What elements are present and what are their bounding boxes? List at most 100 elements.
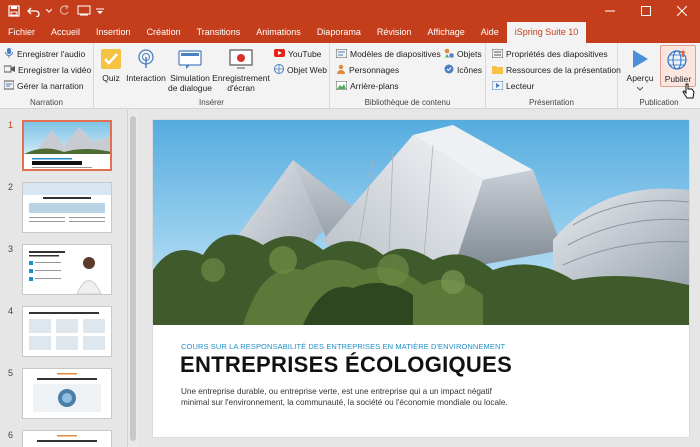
youtube-button[interactable]: YouTube: [274, 47, 321, 61]
player-icon: [491, 80, 504, 92]
record-audio-button[interactable]: Enregistrer l'audio: [4, 47, 85, 61]
record-video-button[interactable]: Enregistrer la vidéo: [3, 63, 92, 77]
icons-label: Icônes: [457, 65, 483, 75]
publish-globe-icon: [666, 48, 690, 72]
window-controls: [592, 0, 700, 22]
group-label-publication: Publication: [639, 98, 679, 107]
slide-thumbnail-1[interactable]: [22, 120, 112, 171]
preview-dropdown-icon[interactable]: [636, 83, 644, 93]
objects-label: Objets: [457, 49, 482, 59]
preview-button[interactable]: Aperçu: [622, 47, 658, 93]
thumbnail-number: 1: [8, 120, 14, 130]
tab-animations[interactable]: Animations: [248, 22, 309, 43]
record-video-label: Enregistrer la vidéo: [18, 65, 92, 75]
group-inserer: Quiz Interaction Simulation de dialogue …: [94, 43, 330, 109]
objects-icon: [444, 48, 454, 60]
icons-button[interactable]: Icônes: [444, 63, 482, 77]
thumbnail-number: 5: [8, 368, 14, 378]
group-label-inserer: Insérer: [199, 98, 224, 107]
ribbon-tabs: Fichier Accueil Insertion Création Trans…: [0, 22, 700, 43]
scrollbar-thumb[interactable]: [130, 116, 136, 441]
thumbnail-number: 2: [8, 182, 14, 192]
tab-accueil[interactable]: Accueil: [43, 22, 88, 43]
title-bar: [0, 0, 700, 22]
backgrounds-label: Arrière-plans: [350, 81, 399, 91]
touch-mode-icon[interactable]: [76, 3, 92, 19]
characters-label: Personnages: [349, 65, 400, 75]
save-icon[interactable]: [6, 3, 22, 19]
presentation-resources-label: Ressources de la présentation: [506, 65, 621, 75]
group-bibliotheque: Modèles de diapositives Personnages Arri…: [330, 43, 486, 109]
close-icon[interactable]: [664, 0, 700, 22]
group-label-bibliotheque: Bibliothèque de contenu: [364, 98, 451, 107]
preview-label: Aperçu: [626, 73, 654, 83]
interaction-button[interactable]: Interaction: [126, 47, 166, 83]
tab-transitions[interactable]: Transitions: [189, 22, 249, 43]
tab-creation[interactable]: Création: [139, 22, 189, 43]
slide-body-text: Une entreprise durable, ou entreprise ve…: [181, 387, 508, 407]
screen-recording-button[interactable]: Enregistrement d'écran: [212, 47, 270, 93]
slide-templates-button[interactable]: Modèles de diapositives: [335, 47, 441, 61]
tab-insertion[interactable]: Insertion: [88, 22, 139, 43]
current-slide[interactable]: COURS SUR LA RESPONSABILITÉ DES ENTREPRI…: [153, 120, 689, 437]
tab-diaporama[interactable]: Diaporama: [309, 22, 369, 43]
undo-icon[interactable]: [26, 3, 42, 19]
slide-properties-button[interactable]: Propriétés des diapositives: [491, 47, 608, 61]
publish-button[interactable]: Publier: [660, 45, 696, 87]
slide-title: ENTREPRISES ÉCOLOGIQUES: [180, 352, 513, 377]
objects-button[interactable]: Objets: [444, 47, 482, 61]
resources-icon: [492, 65, 503, 76]
slide-thumbnails-pane: 1 2 3 4 5 6: [0, 110, 128, 447]
youtube-label: YouTube: [288, 49, 322, 59]
microphone-icon: [4, 48, 14, 60]
quiz-icon: [99, 47, 123, 71]
customize-icon[interactable]: [96, 3, 104, 19]
player-button[interactable]: Lecteur: [491, 79, 535, 93]
manage-narration-label: Gérer la narration: [17, 81, 84, 91]
backgrounds-button[interactable]: Arrière-plans: [335, 79, 399, 93]
quiz-label: Quiz: [102, 73, 120, 83]
characters-button[interactable]: Personnages: [336, 63, 399, 77]
backgrounds-icon: [335, 80, 348, 92]
slide-subtitle: COURS SUR LA RESPONSABILITÉ DES ENTREPRI…: [181, 342, 506, 351]
tab-fichier[interactable]: Fichier: [0, 22, 43, 43]
undo-dropdown-icon[interactable]: [46, 3, 52, 19]
group-label-narration: Narration: [30, 98, 63, 107]
interaction-label: Interaction: [126, 73, 166, 83]
screen-recording-label-1: Enregistrement: [212, 73, 270, 83]
tab-ispring-suite[interactable]: iSpring Suite 10: [506, 22, 587, 43]
youtube-icon: [274, 49, 285, 59]
web-object-button[interactable]: Objet Web: [274, 63, 327, 77]
slide-editor-area: COURS SUR LA RESPONSABILITÉ DES ENTREPRI…: [140, 110, 700, 447]
presentation-resources-button[interactable]: Ressources de la présentation: [492, 63, 621, 77]
redo-icon[interactable]: [56, 3, 72, 19]
thumbnail-number: 6: [8, 430, 14, 440]
tab-aide[interactable]: Aide: [473, 22, 507, 43]
slide-thumbnail-5[interactable]: [22, 368, 112, 419]
quiz-button[interactable]: Quiz: [100, 47, 122, 83]
slide-thumbnail-3[interactable]: [22, 244, 112, 295]
characters-icon: [336, 64, 346, 76]
slide-properties-label: Propriétés des diapositives: [506, 49, 608, 59]
minimize-icon[interactable]: [592, 0, 628, 22]
video-camera-icon: [3, 64, 15, 76]
slide-templates-label: Modèles de diapositives: [350, 49, 441, 59]
slide-thumbnail-2[interactable]: [22, 182, 112, 233]
group-publication: Aperçu Publier Publication: [618, 43, 700, 109]
group-narration: Enregistrer l'audio Enregistrer la vidéo…: [0, 43, 94, 109]
slide-properties-icon: [491, 48, 504, 60]
ribbon: Enregistrer l'audio Enregistrer la vidéo…: [0, 43, 700, 109]
maximize-icon[interactable]: [628, 0, 664, 22]
manage-narration-button[interactable]: Gérer la narration: [3, 79, 84, 93]
tab-revision[interactable]: Révision: [369, 22, 420, 43]
thumbnails-scrollbar[interactable]: [128, 110, 138, 447]
screen-recording-icon: [229, 47, 253, 71]
player-label: Lecteur: [506, 81, 535, 91]
group-label-presentation: Présentation: [529, 98, 574, 107]
dialog-simulation-button[interactable]: Simulation de dialogue: [168, 47, 212, 93]
slide-thumbnail-6[interactable]: [22, 430, 112, 447]
screen-recording-label-2: d'écran: [227, 83, 255, 93]
slide-thumbnail-4[interactable]: [22, 306, 112, 357]
dialog-simulation-label-2: de dialogue: [168, 83, 212, 93]
tab-affichage[interactable]: Affichage: [419, 22, 472, 43]
